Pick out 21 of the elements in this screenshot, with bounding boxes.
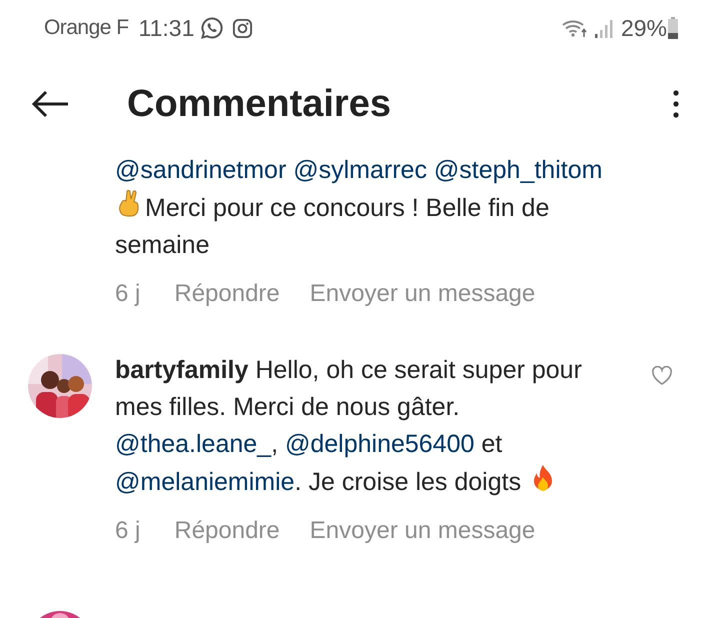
mention-link[interactable]: @delphine56400 bbox=[284, 430, 474, 458]
chat-app-icon bbox=[200, 16, 224, 40]
carrier-name: Orange F bbox=[44, 15, 129, 42]
mention-link[interactable]: @melaniemimie bbox=[115, 468, 295, 496]
comment-text: @sandrinetmor @sylmarrec @steph_thitom Merci pour ce concours ! Belle fin de semaine bbox=[115, 155, 604, 261]
comment-age: 6 j bbox=[115, 279, 140, 309]
comment-age: 6 j bbox=[115, 516, 140, 546]
mention-link[interactable]: @thea.leane_ bbox=[115, 430, 272, 458]
page-title: Commentaires bbox=[127, 82, 391, 126]
back-arrow-icon[interactable] bbox=[30, 89, 70, 119]
battery-percent: 29% bbox=[620, 14, 667, 43]
mention-link[interactable]: @sandrinetmor bbox=[115, 156, 286, 184]
more-options-icon[interactable] bbox=[673, 90, 679, 118]
clock-time: 11:31 bbox=[138, 14, 194, 43]
like-heart-icon[interactable] bbox=[651, 366, 673, 386]
signal-icon bbox=[592, 17, 615, 39]
mention-link[interactable]: @steph_thitom bbox=[434, 156, 602, 184]
battery-icon bbox=[667, 16, 679, 40]
comment-text: bartyfamily Hello, oh ce serait super pour mes filles. Merci de nous gâter. @thea.leane_, @delphine56400 et @melaniemimie. Je croise les doigts bbox=[115, 355, 583, 498]
camera-app-icon bbox=[232, 18, 254, 38]
mention-link[interactable]: @sylmarrec bbox=[293, 156, 427, 184]
